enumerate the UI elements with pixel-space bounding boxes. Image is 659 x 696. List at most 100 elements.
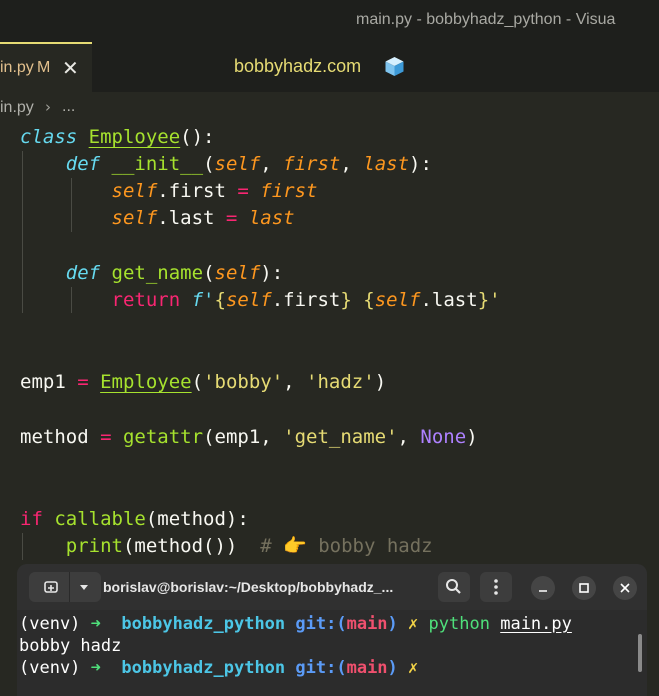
code-token: emp1 [20,371,78,393]
function-token: callable [54,508,146,530]
parameter-token: last [248,207,295,229]
modified-badge: M [37,59,51,76]
terminal-text: bobby hadz [19,636,122,656]
terminal-line: (venv) ➜ bobbyhadz_python git:(main) ✗ [19,657,418,679]
parameter-token: self [214,262,261,284]
code-token: ( [191,371,204,393]
code-token: .first [271,289,341,311]
new-tab-button-group[interactable] [29,572,101,602]
chevron-right-icon: › [45,98,51,116]
code-token: ) [466,426,478,448]
close-button[interactable] [613,576,637,600]
parameter-token: self [225,289,272,311]
prompt-arrow: ➜ [90,658,101,678]
chevron-down-icon[interactable] [78,581,90,593]
git-branch: main [346,658,388,678]
string-token: } [340,289,352,311]
command-argument: main.py [500,614,572,634]
parameter-token: self [111,180,158,202]
menu-button[interactable] [480,572,512,602]
function-token: getattr [122,426,204,448]
parameter-token: self [374,289,421,311]
string-token: } [477,289,490,311]
dirty-marker: ✗ [408,614,419,634]
new-terminal-icon[interactable] [44,580,58,594]
kebab-menu-icon [494,579,498,595]
parameter-token: self [214,153,261,175]
code-token: .last [157,207,226,229]
breadcrumb-file[interactable]: in.py [0,99,34,117]
function-token: get_name [111,262,204,284]
code-token: (method): [145,508,249,530]
tab-main-py[interactable]: in.py M ✕ [0,42,92,92]
breadcrumb: in.py › ... [0,92,659,124]
code-line[interactable]: return f'{self.first} {self.last}' [20,287,501,314]
constant-token: None [420,426,467,448]
search-button[interactable] [438,572,470,602]
code-line[interactable]: def get_name(self): [20,260,283,287]
maximize-button[interactable] [572,576,596,600]
operator-token: = [77,371,89,393]
string-token: 'get_name' [283,426,398,448]
breadcrumb-symbols[interactable]: ... [62,98,75,116]
code-line[interactable]: self.last = last [20,205,295,232]
string-token: { [214,289,226,311]
close-icon[interactable]: ✕ [62,56,79,80]
keyword-token: class [20,126,78,148]
terminal-window[interactable]: borislav@borislav:~/Desktop/bobbyhadz_..… [17,564,647,696]
string-token: ' [489,289,501,311]
button-divider [69,572,70,602]
maximize-icon [579,583,589,593]
venv-label: (venv) [19,658,91,678]
keyword-token: if [20,508,43,530]
code-token: ) [374,371,387,393]
code-token: , [397,426,421,448]
terminal-scrollbar[interactable] [638,634,642,672]
prompt-arrow: ➜ [90,614,101,634]
function-token: print [65,535,123,557]
string-token: { [363,289,375,311]
string-token: 'bobby' [203,371,284,393]
code-line[interactable]: def __init__(self, first, last): [20,151,432,178]
code-token: .first [157,180,238,202]
terminal-line: (venv) ➜ bobbyhadz_python git:(main) ✗ p… [19,613,572,635]
code-line[interactable]: print(method()) # 👉 bobby hadz [20,533,433,560]
code-token: (method()) [122,535,261,557]
code-token: ( [203,262,215,284]
parameter-token: first [283,153,341,175]
code-token: , [340,153,364,175]
code-line[interactable]: class Employee(): [20,124,215,151]
code-token: .last [420,289,478,311]
code-editor[interactable]: class Employee(): def __init__(self, fir… [0,124,659,564]
minimize-button[interactable] [531,576,555,600]
string-token [352,289,363,311]
search-icon [446,579,461,594]
parameter-token: last [363,153,410,175]
code-line[interactable]: if callable(method): [20,506,249,533]
code-token: (): [180,126,215,148]
code-line[interactable]: self.first = first [20,178,318,205]
code-line[interactable]: method = getattr(emp1, 'get_name', None) [20,424,478,451]
prompt-directory: bobbyhadz_python [121,614,286,634]
git-label: git:( [295,614,347,634]
class-name-token: Employee [100,371,192,393]
site-banner: bobbyhadz.com [234,56,362,76]
keyword-token: f' [191,289,215,311]
window-title: main.py - bobbyhadz_python - Visua [356,11,616,28]
git-label: ) [387,614,398,634]
terminal-header: borislav@borislav:~/Desktop/bobbyhadz_..… [17,564,647,610]
code-line[interactable]: emp1 = Employee('bobby', 'hadz') [20,369,386,396]
